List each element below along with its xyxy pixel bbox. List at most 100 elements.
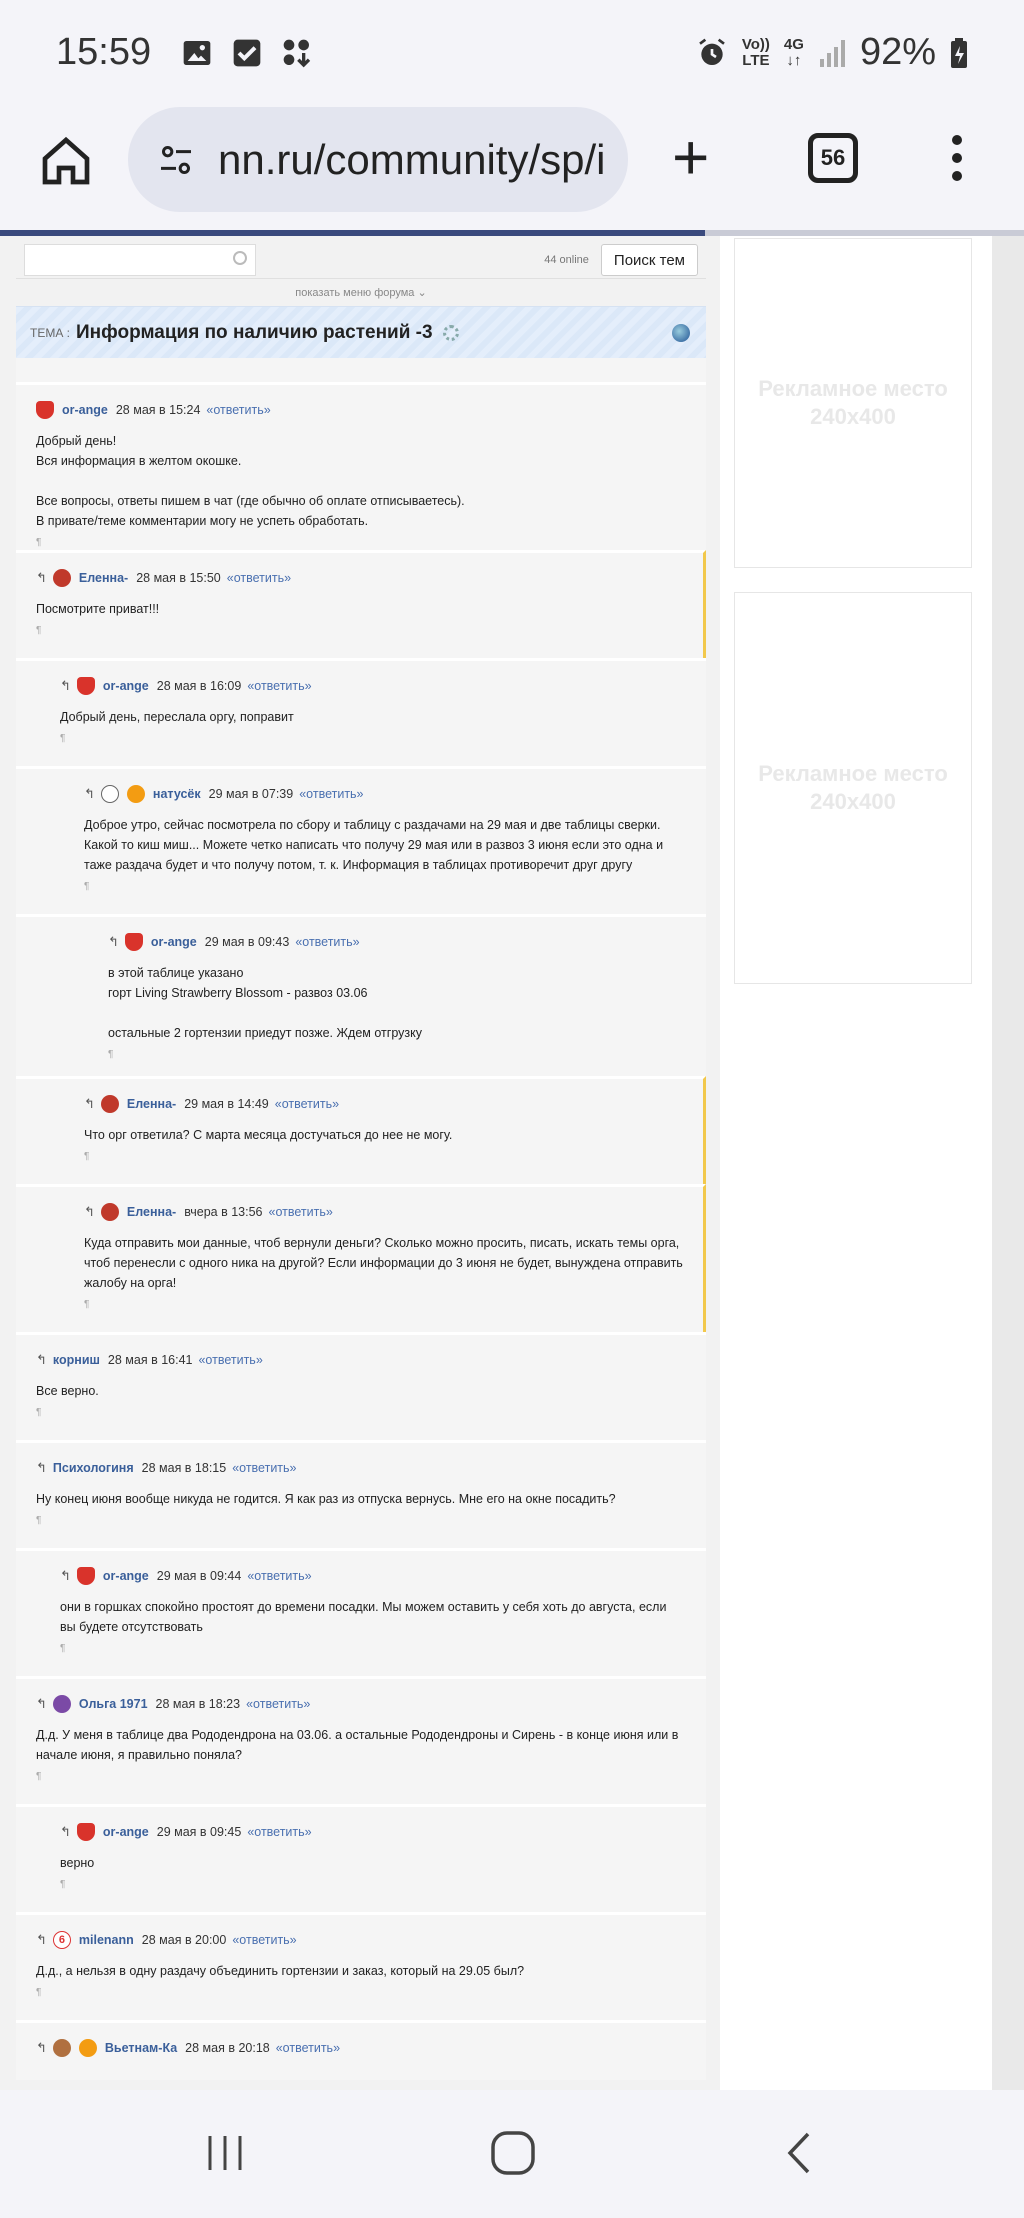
reply-arrow-icon: ↰ [60,1824,71,1839]
post-date: 28 мая в 18:23 [155,1697,241,1711]
post-author[interactable]: or-ange [103,676,149,696]
reply-arrow-icon: ↰ [60,678,71,693]
post-author[interactable]: корниш [53,1350,100,1370]
search-topics-button[interactable]: Поиск тем [600,244,698,276]
avatar[interactable] [124,933,143,951]
avatar[interactable] [100,1203,119,1221]
reply-link[interactable]: «ответить» [247,676,311,696]
reply-link[interactable]: «ответить» [232,1930,296,1950]
post-line: Все вопросы, ответы пишем в чат (где обы… [36,494,465,508]
post-line: Посмотрите приват!!! [36,602,160,616]
post-line: Ну конец июня вообще никуда не годится. … [36,1492,616,1506]
post-author[interactable]: натусёк [153,784,201,804]
reply-link[interactable]: «ответить» [247,1566,311,1586]
post-date: 29 мая в 07:39 [208,787,294,801]
reply-arrow-icon: ↰ [36,1460,47,1475]
post-author[interactable]: Ольга 1971 [79,1694,148,1714]
ad-column: Рекламное место 240x400 Рекламное место 24… [720,236,992,2090]
forum-post: ↰ or-ange 29 мая в 09:44 «ответить» они в го… [16,1548,706,1676]
avatar[interactable] [52,569,71,587]
post-meta: ↰ Вьетнам-Ка 28 мая в 20:18 «ответить» [36,2037,706,2059]
avatar[interactable] [126,785,145,803]
reply-link[interactable]: «ответить» [198,1350,262,1370]
pilcrow-icon: ¶ [84,1299,90,1310]
post-author[interactable]: milenann [79,1930,134,1950]
post-author[interactable]: Психологиня [53,1458,134,1478]
reply-link[interactable]: «ответить» [276,2038,340,2058]
home-nav-icon[interactable] [488,2128,538,2178]
post-meta: ↰ натусёк 29 мая в 07:39 «ответить» [84,783,706,805]
post-meta: ↰ or-ange 28 мая в 16:09 «ответить» [60,675,706,697]
post-line: Доброе утро, сейчас посмотрела по сбору … [84,818,661,832]
forum-post: ↰ or-ange 28 мая в 16:09 «ответить» Добрый д… [16,658,706,766]
gear-icon[interactable] [442,324,459,341]
forum-post: ↰ корниш 28 мая в 16:41 «ответить» Все верно… [16,1332,706,1440]
post-author[interactable]: or-ange [103,1566,149,1586]
avatar[interactable] [100,1095,119,1113]
site-settings-icon[interactable] [156,140,196,180]
post-author[interactable]: Вьетнам-Ка [105,2038,177,2058]
post-author[interactable]: or-ange [151,932,197,952]
post-line [108,1003,706,1023]
recent-apps-icon[interactable] [200,2128,250,2178]
post-author[interactable]: Еленна- [127,1094,176,1114]
avatar[interactable] [100,785,119,803]
avatar[interactable] [78,2039,97,2057]
post-meta: ↰ корниш 28 мая в 16:41 «ответить» [36,1349,706,1371]
post-body: они в горшках спокойно простоят до време… [60,1597,706,1659]
post-body: Что орг ответила? С марта месяца достуча… [84,1125,703,1167]
signal-icon [819,39,845,67]
new-tab-button[interactable]: + [672,125,709,189]
reply-link[interactable]: «ответить» [269,1202,333,1222]
pilcrow-icon: ¶ [60,1643,66,1654]
post-line: В привате/теме комментарии могу не успет… [36,514,369,528]
reply-link[interactable]: «ответить» [246,1694,310,1714]
avatar[interactable] [52,1695,71,1713]
forum-post: ↰ Ольга 1971 28 мая в 18:23 «ответить» Д.д. … [16,1676,706,1804]
reply-link[interactable]: «ответить» [227,568,291,588]
clock: 15:59 [56,31,152,73]
home-icon[interactable] [38,133,94,189]
show-forum-menu-link[interactable]: показать меню форума ⌄ [16,278,706,306]
post-date: 28 мая в 20:00 [141,1933,227,1947]
reply-arrow-icon: ↰ [108,934,119,949]
tab-count-button[interactable]: 56 [808,133,858,183]
reply-link[interactable]: «ответить» [247,1822,311,1842]
post-meta: ↰ Еленна- 29 мая в 14:49 «ответить» [84,1093,703,1115]
post-body: Добрый день! Вся информация в желтом окош… [36,431,706,553]
volte-indicator: Vo)) LTE [741,35,770,69]
post-author[interactable]: Еленна- [127,1202,176,1222]
reply-link[interactable]: «ответить» [232,1458,296,1478]
battery-percent: 92% [859,31,936,73]
forum-post: ↰ Еленна- 29 мая в 14:49 «ответить» Что орг … [16,1076,706,1184]
avatar[interactable]: 6 [52,1931,71,1949]
avatar[interactable] [76,1567,95,1585]
avatar[interactable] [76,1823,95,1841]
post-body: Посмотрите приват!!! ¶ [36,599,703,641]
avatar[interactable] [52,2039,71,2057]
globe-icon[interactable] [672,323,690,342]
post-line: начале июня, я правильно поняла? [36,1748,242,1762]
post-line: Все верно. [36,1384,99,1398]
post-author[interactable]: or-ange [62,400,108,420]
pilcrow-icon: ¶ [36,1987,42,1998]
post-author[interactable]: Еленна- [79,568,128,588]
avatar[interactable] [36,401,54,419]
post-line: Добрый день, переслала оргу, поправит [60,710,294,724]
search-input[interactable] [24,244,256,276]
forum-post: ↰ 6 milenann 28 мая в 20:00 «ответить» Д.д., … [16,1912,706,2020]
post-body: Добрый день, переслала оргу, поправит ¶ [60,707,706,749]
post-line: Что орг ответила? С марта месяца достуча… [84,1128,453,1142]
reply-arrow-icon: ↰ [36,2040,47,2055]
reply-link[interactable]: «ответить» [275,1094,339,1114]
url-text: nn.ru/community/sp/i [218,135,606,183]
avatar[interactable] [76,677,95,695]
reply-link[interactable]: «ответить» [206,400,270,420]
web-page: 44 online Поиск тем показать меню форума… [0,236,1024,2090]
address-bar[interactable]: nn.ru/community/sp/i [128,107,628,212]
reply-link[interactable]: «ответить» [299,784,363,804]
back-icon[interactable] [776,2128,826,2178]
reply-link[interactable]: «ответить» [295,932,359,952]
more-menu-icon[interactable] [950,135,964,185]
post-author[interactable]: or-ange [103,1822,149,1842]
